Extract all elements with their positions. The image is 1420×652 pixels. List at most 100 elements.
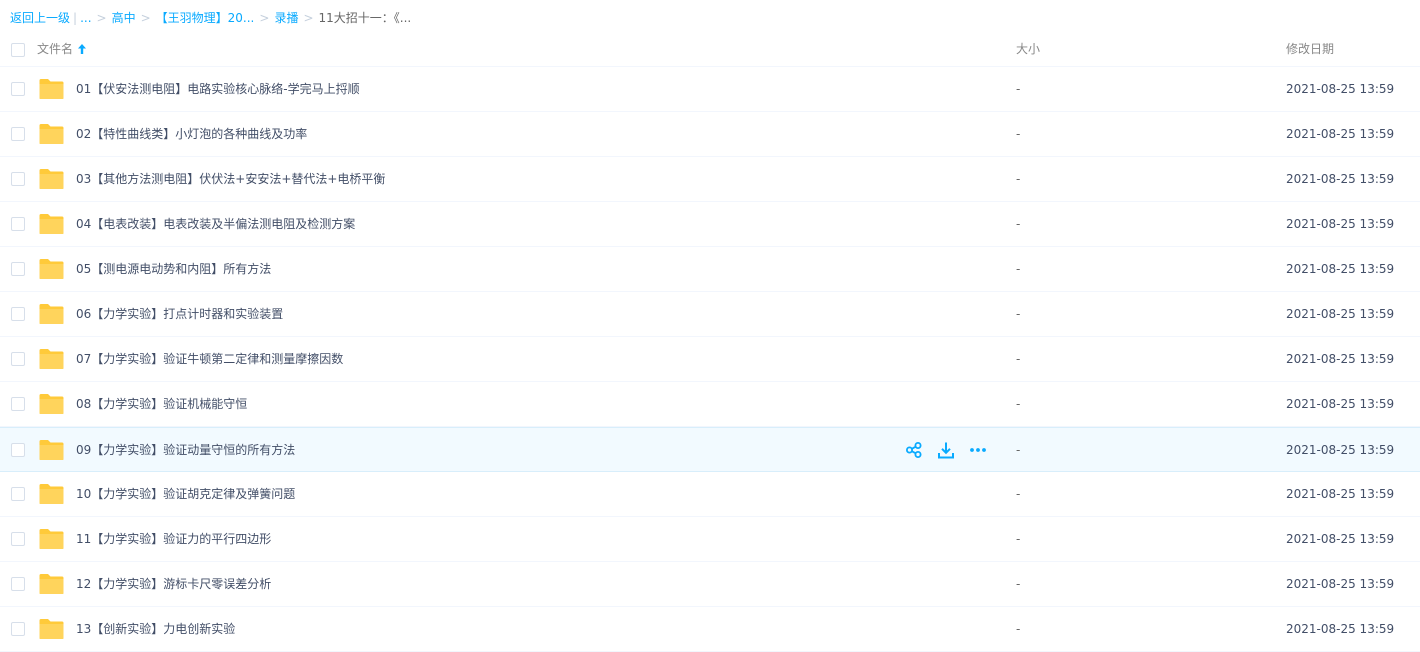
table-row[interactable]: 04【电表改装】电表改装及半偏法测电阻及检测方案 - 2021-08-25 13:5… [0, 202, 1420, 247]
file-date: 2021-08-25 13:59 [1286, 307, 1395, 321]
file-list-header: 文件名 大小 修改日期 [0, 36, 1420, 67]
share-icon[interactable] [905, 441, 923, 459]
file-date: 2021-08-25 13:59 [1286, 262, 1395, 276]
file-list: 01【伏安法测电阻】电路实验核心脉络-学完马上捋顺 - 2021-08-25 13:… [0, 67, 1420, 652]
row-checkbox[interactable] [11, 577, 25, 591]
file-date: 2021-08-25 13:59 [1286, 487, 1395, 501]
back-link[interactable]: 返回上一级 [10, 11, 70, 25]
row-checkbox[interactable] [11, 487, 25, 501]
select-all-checkbox[interactable] [11, 43, 25, 57]
table-row[interactable]: 10【力学实验】验证胡克定律及弹簧问题 - 2021-08-25 13:59 [0, 472, 1420, 517]
file-size: - [1016, 577, 1021, 591]
table-row[interactable]: 13【创新实验】力电创新实验 - 2021-08-25 13:59 [0, 607, 1420, 652]
table-row[interactable]: 05【测电源电动势和内阻】所有方法 - 2021-08-25 13:59 [0, 247, 1420, 292]
file-name[interactable]: 11【力学实验】验证力的平行四边形 [76, 517, 271, 562]
column-header-name[interactable]: 文件名 [37, 36, 87, 62]
row-checkbox[interactable] [11, 127, 25, 141]
file-name[interactable]: 12【力学实验】游标卡尺零误差分析 [76, 562, 271, 607]
file-date: 2021-08-25 13:59 [1286, 82, 1395, 96]
row-checkbox[interactable] [11, 397, 25, 411]
folder-icon[interactable] [38, 439, 65, 461]
row-actions [905, 441, 987, 461]
breadcrumb-separator: > [96, 11, 107, 25]
file-name[interactable]: 13【创新实验】力电创新实验 [76, 607, 235, 652]
folder-icon[interactable] [38, 348, 65, 370]
file-name[interactable]: 02【特性曲线类】小灯泡的各种曲线及功率 [76, 112, 307, 157]
file-name[interactable]: 03【其他方法测电阻】伏伏法+安安法+替代法+电桥平衡 [76, 157, 385, 202]
file-name[interactable]: 01【伏安法测电阻】电路实验核心脉络-学完马上捋顺 [76, 67, 360, 112]
column-header-size[interactable]: 大小 [1016, 36, 1040, 62]
table-row[interactable]: 07【力学实验】验证牛顿第二定律和测量摩擦因数 - 2021-08-25 13:59 [0, 337, 1420, 382]
file-name[interactable]: 09【力学实验】验证动量守恒的所有方法 [76, 428, 295, 473]
file-size: - [1016, 127, 1021, 141]
breadcrumb-divider: | [73, 11, 78, 25]
file-name[interactable]: 10【力学实验】验证胡克定律及弹簧问题 [76, 472, 295, 517]
table-row[interactable]: 09【力学实验】验证动量守恒的所有方法 - 2021-08-25 13:59 [0, 427, 1420, 472]
file-date: 2021-08-25 13:59 [1286, 532, 1395, 546]
row-checkbox[interactable] [11, 532, 25, 546]
file-date: 2021-08-25 13:59 [1286, 127, 1395, 141]
folder-icon[interactable] [38, 213, 65, 235]
folder-icon[interactable] [38, 123, 65, 145]
row-checkbox[interactable] [11, 217, 25, 231]
file-size: - [1016, 307, 1021, 321]
file-size: - [1016, 443, 1021, 457]
file-name[interactable]: 04【电表改装】电表改装及半偏法测电阻及检测方案 [76, 202, 355, 247]
breadcrumb-ellipsis[interactable]: ... [80, 11, 91, 25]
file-size: - [1016, 172, 1021, 186]
file-name[interactable]: 06【力学实验】打点计时器和实验装置 [76, 292, 283, 337]
table-row[interactable]: 03【其他方法测电阻】伏伏法+安安法+替代法+电桥平衡 - 2021-08-25 1… [0, 157, 1420, 202]
file-date: 2021-08-25 13:59 [1286, 622, 1395, 636]
row-checkbox[interactable] [11, 443, 25, 457]
column-header-name-label: 文件名 [37, 42, 74, 56]
table-row[interactable]: 01【伏安法测电阻】电路实验核心脉络-学完马上捋顺 - 2021-08-25 13:… [0, 67, 1420, 112]
row-checkbox[interactable] [11, 262, 25, 276]
table-row[interactable]: 02【特性曲线类】小灯泡的各种曲线及功率 - 2021-08-25 13:59 [0, 112, 1420, 157]
table-row[interactable]: 08【力学实验】验证机械能守恒 - 2021-08-25 13:59 [0, 382, 1420, 427]
column-header-date[interactable]: 修改日期 [1286, 36, 1334, 62]
breadcrumb-separator: > [259, 11, 270, 25]
table-row[interactable]: 12【力学实验】游标卡尺零误差分析 - 2021-08-25 13:59 [0, 562, 1420, 607]
folder-icon[interactable] [38, 303, 65, 325]
more-icon[interactable] [969, 441, 987, 459]
file-date: 2021-08-25 13:59 [1286, 397, 1395, 411]
row-checkbox[interactable] [11, 622, 25, 636]
breadcrumb-separator: > [303, 11, 314, 25]
folder-icon[interactable] [38, 528, 65, 550]
folder-icon[interactable] [38, 393, 65, 415]
file-name[interactable]: 07【力学实验】验证牛顿第二定律和测量摩擦因数 [76, 337, 343, 382]
file-name[interactable]: 08【力学实验】验证机械能守恒 [76, 382, 247, 427]
row-checkbox[interactable] [11, 352, 25, 366]
folder-icon[interactable] [38, 78, 65, 100]
row-checkbox[interactable] [11, 307, 25, 321]
table-row[interactable]: 06【力学实验】打点计时器和实验装置 - 2021-08-25 13:59 [0, 292, 1420, 337]
download-icon[interactable] [937, 441, 955, 459]
folder-icon[interactable] [38, 258, 65, 280]
file-size: - [1016, 397, 1021, 411]
file-size: - [1016, 217, 1021, 231]
breadcrumb-separator: > [140, 11, 151, 25]
file-date: 2021-08-25 13:59 [1286, 443, 1395, 457]
folder-icon[interactable] [38, 573, 65, 595]
row-checkbox[interactable] [11, 172, 25, 186]
folder-icon[interactable] [38, 483, 65, 505]
breadcrumb-current: 11大招十一：《... [318, 11, 412, 25]
breadcrumb: 返回上一级 |... > 高中 > 【王羽物理】20... > 录播 >11大招十一：《... [10, 0, 411, 36]
breadcrumb-item-course[interactable]: 【王羽物理】20... [156, 11, 255, 25]
file-size: - [1016, 352, 1021, 366]
file-size: - [1016, 262, 1021, 276]
file-size: - [1016, 532, 1021, 546]
file-date: 2021-08-25 13:59 [1286, 352, 1395, 366]
file-date: 2021-08-25 13:59 [1286, 577, 1395, 591]
file-size: - [1016, 82, 1021, 96]
folder-icon[interactable] [38, 618, 65, 640]
sort-ascending-icon[interactable] [78, 44, 87, 54]
file-date: 2021-08-25 13:59 [1286, 172, 1395, 186]
folder-icon[interactable] [38, 168, 65, 190]
row-checkbox[interactable] [11, 82, 25, 96]
file-name[interactable]: 05【测电源电动势和内阻】所有方法 [76, 247, 271, 292]
table-row[interactable]: 11【力学实验】验证力的平行四边形 - 2021-08-25 13:59 [0, 517, 1420, 562]
file-size: - [1016, 487, 1021, 501]
breadcrumb-item-recordings[interactable]: 录播 [274, 11, 298, 25]
breadcrumb-item-high-school[interactable]: 高中 [112, 11, 136, 25]
